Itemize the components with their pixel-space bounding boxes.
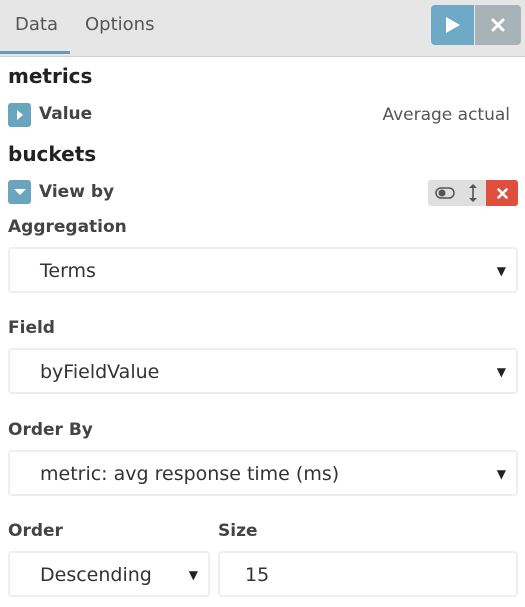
vertical-arrows-icon [469, 184, 477, 202]
toggle-agg-button[interactable] [428, 180, 461, 206]
size-label: Size [218, 521, 258, 541]
aggregation-select[interactable]: Terms ▼ [8, 247, 518, 293]
order-by-select[interactable]: metric: avg response time (ms) ▼ [8, 450, 518, 496]
editor-panel: Data Options metrics Value Average actua… [0, 0, 525, 607]
order-by-value: metric: avg response time (ms) [40, 463, 340, 485]
chevron-right-icon [16, 110, 23, 120]
apply-button[interactable] [431, 5, 474, 45]
active-tab-indicator [0, 51, 70, 54]
tab-options[interactable]: Options [85, 14, 154, 35]
order-label: Order [8, 521, 63, 541]
move-agg-handle[interactable] [461, 180, 485, 206]
metric-agg-label[interactable]: Value [39, 104, 92, 124]
metric-agg-description: Average actual [382, 105, 510, 125]
expand-value-button[interactable] [8, 103, 31, 127]
buckets-heading: buckets [8, 142, 97, 166]
metrics-heading: metrics [8, 64, 93, 88]
caret-down-icon: ▼ [188, 568, 198, 582]
caret-down-icon: ▼ [496, 467, 506, 481]
toggle-icon [434, 187, 455, 199]
aggregation-label: Aggregation [8, 217, 127, 237]
play-icon [445, 17, 460, 33]
order-by-label: Order By [8, 420, 93, 440]
bucket-agg-controls [428, 180, 518, 206]
caret-down-icon: ▼ [496, 365, 506, 379]
close-icon [491, 18, 505, 32]
field-select[interactable]: byFieldValue ▼ [8, 348, 518, 394]
collapse-viewby-button[interactable] [8, 180, 31, 204]
editor-header: Data Options [0, 0, 525, 57]
aggregation-value: Terms [40, 260, 96, 282]
discard-button[interactable] [475, 5, 521, 45]
size-value: 15 [245, 564, 270, 586]
chevron-down-icon [13, 189, 26, 195]
remove-agg-button[interactable] [486, 180, 518, 206]
field-label: Field [8, 318, 55, 338]
caret-down-icon: ▼ [496, 264, 506, 278]
order-value: Descending [40, 564, 152, 586]
order-select[interactable]: Descending ▼ [8, 551, 210, 597]
field-value: byFieldValue [40, 361, 160, 383]
bucket-agg-label[interactable]: View by [39, 182, 114, 202]
close-icon [496, 187, 508, 199]
size-input[interactable]: 15 [218, 551, 518, 597]
tab-data[interactable]: Data [15, 14, 58, 35]
